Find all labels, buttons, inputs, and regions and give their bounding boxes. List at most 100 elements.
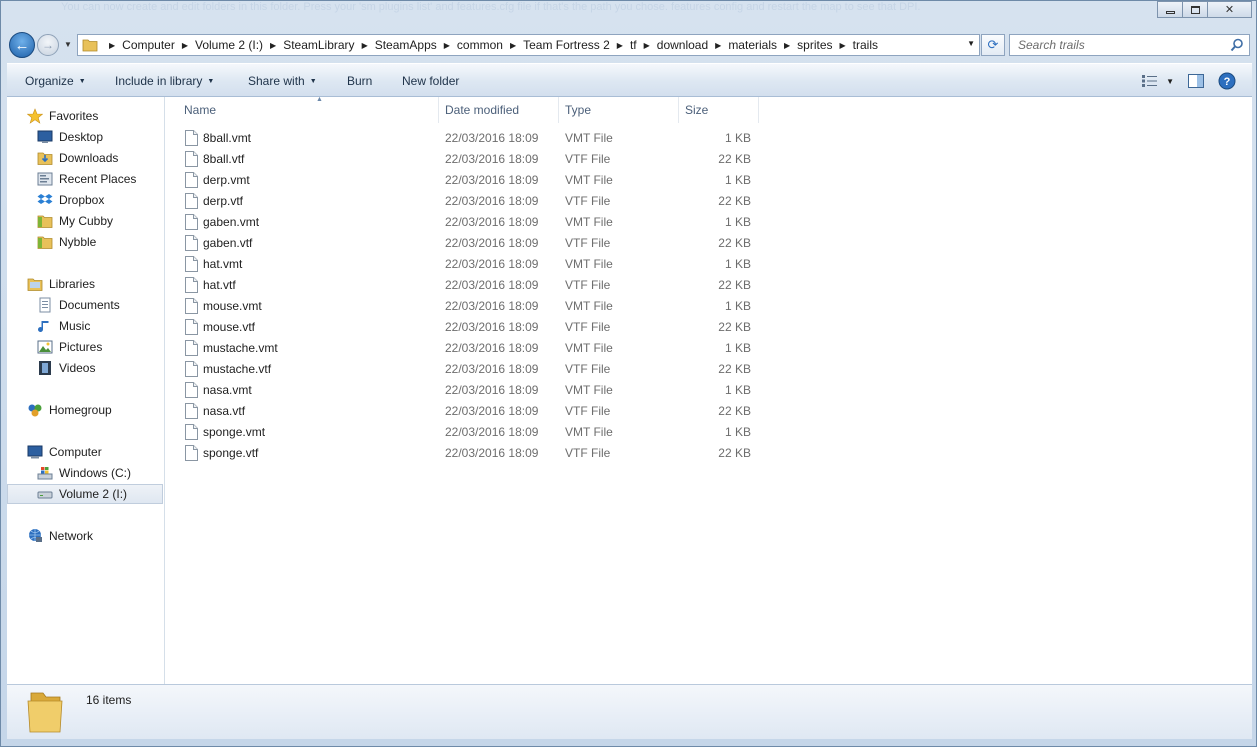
nav-item-my-cubby[interactable]: My Cubby [37, 211, 113, 231]
nav-network[interactable]: Network [27, 526, 93, 546]
nav-item-videos[interactable]: Videos [37, 358, 95, 378]
file-name: sponge.vmt [203, 425, 266, 439]
share-with-button[interactable]: Share with ▼ [248, 74, 317, 88]
breadcrumb-separator-icon[interactable]: ▶ [840, 41, 846, 50]
file-size: 1 KB [724, 131, 751, 145]
file-icon [185, 130, 198, 146]
nav-item-windows-c[interactable]: Windows (C:) [37, 463, 131, 483]
nav-homegroup[interactable]: Homegroup [27, 400, 112, 420]
breadcrumb-separator-icon[interactable]: ▶ [784, 41, 790, 50]
breadcrumb-item[interactable]: download [657, 38, 708, 52]
include-in-library-button[interactable]: Include in library ▼ [115, 74, 214, 88]
breadcrumb-separator-icon[interactable]: ▶ [362, 41, 368, 50]
search-icon[interactable] [1230, 38, 1244, 52]
nav-item-label: Desktop [59, 130, 104, 144]
file-date-modified: 22/03/2016 18:09 [445, 404, 539, 418]
burn-button[interactable]: Burn [347, 74, 372, 88]
breadcrumb-separator-icon[interactable]: ▶ [182, 41, 188, 50]
nav-libraries[interactable]: Libraries [27, 274, 95, 294]
folder-icon [82, 39, 98, 52]
nav-item-music[interactable]: Music [37, 316, 90, 336]
search-input[interactable] [1018, 36, 1218, 54]
help-icon[interactable]: ? [1218, 72, 1236, 90]
file-row[interactable]: gaben.vmt 22/03/2016 18:09 VMT File 1 KB [165, 212, 765, 233]
file-icon [185, 151, 198, 167]
file-row[interactable]: sponge.vtf 22/03/2016 18:09 VTF File 22 KB [165, 443, 765, 464]
refresh-button[interactable]: ⟳ [981, 34, 1005, 56]
nav-item-recent-places[interactable]: Recent Places [37, 169, 136, 189]
maximize-button[interactable] [1182, 1, 1208, 18]
file-row[interactable]: nasa.vtf 22/03/2016 18:09 VTF File 22 KB [165, 401, 765, 422]
new-folder-button[interactable]: New folder [402, 74, 459, 88]
breadcrumb-item[interactable]: SteamApps [375, 38, 437, 52]
explorer-window: You can now create and edit folders in t… [0, 0, 1257, 747]
column-header-size[interactable]: Size [679, 97, 759, 123]
file-type: VTF File [565, 320, 611, 334]
address-bar[interactable]: ▶ Computer ▶ Volume 2 (I:) ▶ SteamLibrary ▶ Ste… [77, 34, 980, 56]
column-header-name[interactable]: ▲ Name [178, 96, 439, 123]
back-button[interactable]: ← [9, 32, 35, 58]
file-row[interactable]: hat.vmt 22/03/2016 18:09 VMT File 1 KB [165, 254, 765, 275]
file-row[interactable]: mustache.vtf 22/03/2016 18:09 VTF File 22 K… [165, 359, 765, 380]
file-row[interactable]: sponge.vmt 22/03/2016 18:09 VMT File 1 KB [165, 422, 765, 443]
file-row[interactable]: nasa.vmt 22/03/2016 18:09 VMT File 1 KB [165, 380, 765, 401]
refresh-icon: ⟳ [987, 37, 999, 52]
file-size: 1 KB [724, 257, 751, 271]
organize-label: Organize [25, 74, 74, 88]
minimize-button[interactable] [1157, 1, 1183, 18]
breadcrumb-item[interactable]: sprites [797, 38, 832, 52]
column-header-label: Name [184, 103, 217, 117]
breadcrumb-item[interactable]: materials [728, 38, 777, 52]
breadcrumb-item[interactable]: Computer [122, 38, 175, 52]
nav-item-downloads[interactable]: Downloads [37, 148, 118, 168]
file-date-modified: 22/03/2016 18:09 [445, 446, 539, 460]
file-row[interactable]: 8ball.vmt 22/03/2016 18:09 VMT File 1 KB [165, 128, 765, 149]
nav-item-label: Pictures [59, 340, 103, 354]
nav-computer[interactable]: Computer [27, 442, 102, 462]
breadcrumb-item[interactable]: SteamLibrary [283, 38, 354, 52]
column-header-date[interactable]: Date modified [439, 97, 559, 123]
breadcrumb-item[interactable]: Volume 2 (I:) [195, 38, 263, 52]
file-row[interactable]: derp.vtf 22/03/2016 18:09 VTF File 22 KB [165, 191, 765, 212]
recent-pages-dropdown[interactable]: ▼ [64, 40, 72, 49]
file-icon [185, 193, 198, 209]
breadcrumb-item[interactable]: Team Fortress 2 [523, 38, 610, 52]
breadcrumb-item[interactable]: common [457, 38, 503, 52]
breadcrumb-separator-icon[interactable]: ▶ [109, 41, 115, 50]
file-row[interactable]: mouse.vtf 22/03/2016 18:09 VTF File 22 KB [165, 317, 765, 338]
address-dropdown-icon[interactable]: ▼ [967, 39, 975, 48]
preview-pane-icon[interactable] [1188, 74, 1204, 88]
file-row[interactable]: hat.vtf 22/03/2016 18:09 VTF File 22 KB [165, 275, 765, 296]
breadcrumb-item[interactable]: tf [630, 38, 637, 52]
breadcrumb-separator-icon[interactable]: ▶ [444, 41, 450, 50]
file-size: 22 KB [718, 404, 751, 418]
file-row[interactable]: derp.vmt 22/03/2016 18:09 VMT File 1 KB [165, 170, 765, 191]
breadcrumb-separator-icon[interactable]: ▶ [617, 41, 623, 50]
nav-favorites[interactable]: Favorites [27, 106, 98, 126]
breadcrumb-separator-icon[interactable]: ▶ [644, 41, 650, 50]
navigation-pane: Favorites Desktop Downloads Recent Place… [7, 97, 165, 684]
file-row[interactable]: mouse.vmt 22/03/2016 18:09 VMT File 1 KB [165, 296, 765, 317]
file-row[interactable]: gaben.vtf 22/03/2016 18:09 VTF File 22 KB [165, 233, 765, 254]
breadcrumb-separator-icon[interactable]: ▶ [715, 41, 721, 50]
change-view-button[interactable]: ▼ [1142, 75, 1174, 87]
column-header-type[interactable]: Type [559, 97, 679, 123]
breadcrumb-separator-icon[interactable]: ▶ [510, 41, 516, 50]
nav-item-label: My Cubby [59, 214, 114, 228]
nav-item-pictures[interactable]: Pictures [37, 337, 102, 357]
file-date-modified: 22/03/2016 18:09 [445, 278, 539, 292]
nav-item-nybble[interactable]: Nybble [37, 232, 96, 252]
file-row[interactable]: 8ball.vtf 22/03/2016 18:09 VTF File 22 KB [165, 149, 765, 170]
nav-item-documents[interactable]: Documents [37, 295, 120, 315]
nav-item-volume-2[interactable]: Volume 2 (I:) [7, 484, 163, 504]
nav-item-desktop[interactable]: Desktop [37, 127, 103, 147]
file-icon [185, 214, 198, 230]
nav-item-dropbox[interactable]: Dropbox [37, 190, 104, 210]
breadcrumb-item[interactable]: trails [853, 38, 878, 52]
organize-button[interactable]: Organize ▼ [25, 74, 86, 88]
file-row[interactable]: mustache.vmt 22/03/2016 18:09 VMT File 1 KB [165, 338, 765, 359]
forward-button[interactable]: → [37, 34, 59, 56]
file-date-modified: 22/03/2016 18:09 [445, 425, 539, 439]
close-button[interactable]: ✕ [1207, 1, 1252, 18]
breadcrumb-separator-icon[interactable]: ▶ [270, 41, 276, 50]
